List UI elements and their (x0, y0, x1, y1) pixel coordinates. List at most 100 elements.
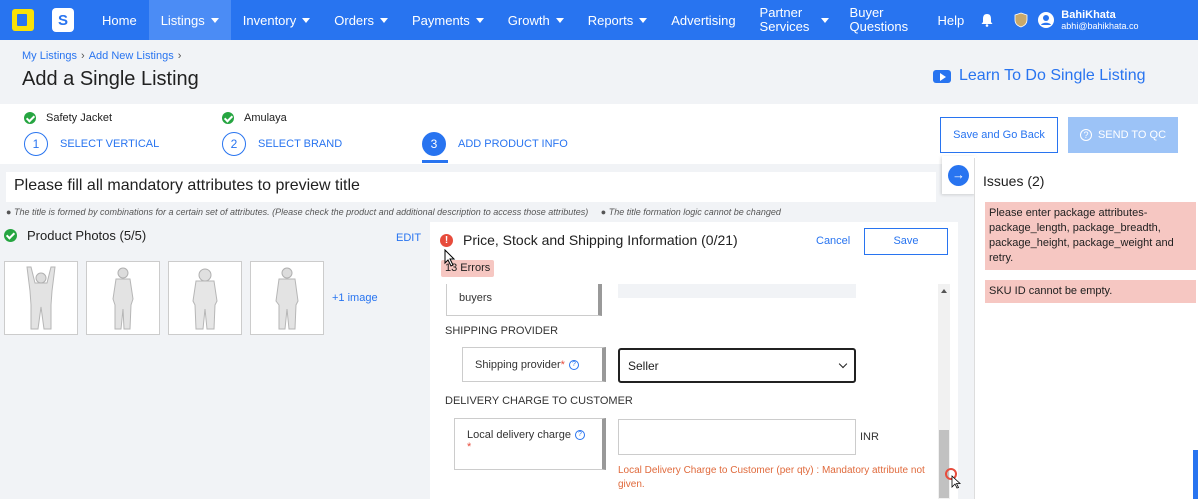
step-number: 3 (422, 132, 446, 156)
delivery-charge-section: DELIVERY CHARGE TO CUSTOMER (445, 395, 633, 407)
local-delivery-label: Local delivery charge (467, 429, 571, 441)
nav-help[interactable]: Help (932, 0, 977, 40)
user-profile[interactable]: BahiKhata abhi@bahikhata.co (1038, 9, 1139, 31)
product-photo-thumbnail[interactable] (250, 261, 324, 335)
nav-inventory-label: Inventory (242, 12, 297, 28)
nav-reports[interactable]: Reports (576, 0, 660, 40)
shipping-provider-label: Shipping provider (475, 359, 561, 371)
title-preview: Please fill all mandatory attributes to … (6, 172, 936, 202)
step-done-brand: Amulaya (222, 112, 287, 124)
step-label: SELECT BRAND (258, 138, 343, 150)
shopping-bag-logo-icon[interactable]: S (52, 8, 74, 32)
chevron-right-icon: › (177, 50, 182, 62)
bullet-icon: ● (6, 207, 12, 217)
user-avatar-icon (1038, 12, 1055, 28)
nav-listings[interactable]: Listings (148, 0, 231, 40)
nav-home[interactable]: Home (90, 0, 149, 40)
nav-help-label: Help (937, 12, 965, 28)
nav-orders[interactable]: Orders (322, 0, 400, 40)
chevron-down-icon (838, 359, 848, 369)
shield-badge-icon[interactable] (1014, 12, 1028, 28)
send-to-qc-label: SEND TO QC (1097, 129, 1167, 141)
chevron-down-icon (639, 17, 648, 23)
safety-suit-front-arms-up-image (26, 266, 56, 330)
safety-suit-angle-image (275, 267, 299, 330)
shipping-provider-value: Seller (628, 358, 659, 373)
step-select-brand[interactable]: 2 SELECT BRAND (222, 132, 342, 156)
nav-buyer-questions[interactable]: Buyer Questions (840, 0, 932, 40)
chevron-down-icon (475, 17, 484, 23)
issues-panel: Issues (2) Please enter package attribut… (974, 158, 1198, 499)
step-label: ADD PRODUCT INFO (458, 138, 568, 150)
bullet-icon: ● (600, 207, 607, 217)
product-photos-heading: Product Photos (5/5) (27, 228, 147, 243)
save-button[interactable]: Save (864, 228, 948, 255)
mouse-pointer-icon (444, 249, 456, 267)
nav-partner-services[interactable]: Partner Services (748, 0, 840, 40)
product-photo-thumbnail[interactable] (86, 261, 160, 335)
arrow-right-icon: → (948, 165, 969, 186)
chevron-down-icon (821, 17, 830, 23)
learn-link[interactable]: Learn To Do Single Listing (933, 67, 1146, 85)
breadcrumb-add-new-listings[interactable]: Add New Listings (89, 50, 174, 62)
product-photos-section: Product Photos (5/5) EDIT +1 image (4, 228, 424, 335)
chevron-down-icon (379, 17, 388, 23)
nav-growth[interactable]: Growth (496, 0, 576, 40)
issue-item: Please enter package attributes-package_… (985, 202, 1196, 270)
more-images-link[interactable]: +1 image (332, 292, 378, 304)
required-asterisk: * (467, 441, 472, 453)
safety-suit-side-image (112, 267, 134, 330)
active-step-underline (422, 160, 448, 163)
step-add-product-info[interactable]: 3 ADD PRODUCT INFO (422, 132, 568, 156)
help-icon[interactable]: ? (574, 430, 585, 441)
nav-inventory[interactable]: Inventory (231, 0, 322, 40)
collapse-issues-button[interactable]: → (942, 156, 976, 194)
learn-link-label: Learn To Do Single Listing (959, 67, 1146, 84)
scroll-up-arrow-icon[interactable] (941, 289, 947, 293)
panel-title: Price, Stock and Shipping Information (0… (463, 232, 738, 248)
check-circle-icon (4, 229, 17, 242)
nav-orders-label: Orders (334, 12, 374, 28)
nav-reports-label: Reports (587, 12, 634, 28)
product-photo-thumbnail[interactable] (4, 261, 78, 335)
step-select-vertical[interactable]: 1 SELECT VERTICAL (24, 132, 159, 156)
step-done-vertical: Safety Jacket (24, 112, 112, 124)
nav-buyer-questions-label: Buyer Questions (849, 5, 909, 34)
nav-payments-label: Payments (411, 12, 470, 28)
cancel-button[interactable]: Cancel (816, 235, 850, 247)
local-delivery-label-box: Local delivery charge? * (454, 418, 606, 470)
check-circle-icon (222, 112, 234, 124)
safety-suit-back-image (192, 268, 218, 330)
product-photo-thumbnail[interactable] (168, 261, 242, 335)
bell-icon[interactable] (980, 13, 994, 27)
buyers-label: buyers (459, 292, 493, 304)
currency-unit: INR (860, 431, 879, 443)
title-hint-2: The title formation logic cannot be chan… (608, 207, 781, 217)
step-number: 1 (24, 132, 48, 156)
attributes-scroll-area[interactable]: buyers SHIPPING PROVIDER Shipping provid… (438, 284, 950, 499)
local-delivery-error: Local Delivery Charge to Customer (per q… (618, 465, 925, 490)
shipping-provider-section: SHIPPING PROVIDER (445, 325, 559, 337)
page-edge-scrollbar (1193, 450, 1198, 499)
help-icon[interactable]: ? (568, 360, 579, 371)
title-hints: ● The title is formed by combinations fo… (6, 207, 781, 217)
page-title: Add a Single Listing (22, 68, 199, 90)
save-and-go-back-button[interactable]: Save and Go Back (940, 117, 1058, 153)
shipping-provider-label-box: Shipping provider*? (462, 347, 606, 382)
nav-advertising-label: Advertising (671, 12, 736, 28)
send-to-qc-button[interactable]: ? SEND TO QC (1068, 117, 1178, 153)
issue-item: SKU ID cannot be empty. (985, 280, 1196, 303)
edit-photos-link[interactable]: EDIT (396, 232, 421, 244)
shipping-provider-select[interactable]: Seller (618, 348, 856, 383)
step-number: 2 (222, 132, 246, 156)
required-asterisk: * (560, 359, 565, 371)
flipkart-logo-icon[interactable] (12, 9, 34, 31)
nav-payments[interactable]: Payments (400, 0, 496, 40)
nav-partner-services-label: Partner Services (759, 5, 810, 34)
video-play-icon (933, 69, 951, 83)
local-delivery-charge-input[interactable] (618, 419, 856, 455)
breadcrumb-my-listings[interactable]: My Listings (22, 50, 77, 62)
nav-advertising[interactable]: Advertising (659, 0, 747, 40)
chevron-down-icon (210, 17, 219, 23)
top-navbar: S Home Listings Inventory Orders Payment… (0, 0, 1198, 40)
